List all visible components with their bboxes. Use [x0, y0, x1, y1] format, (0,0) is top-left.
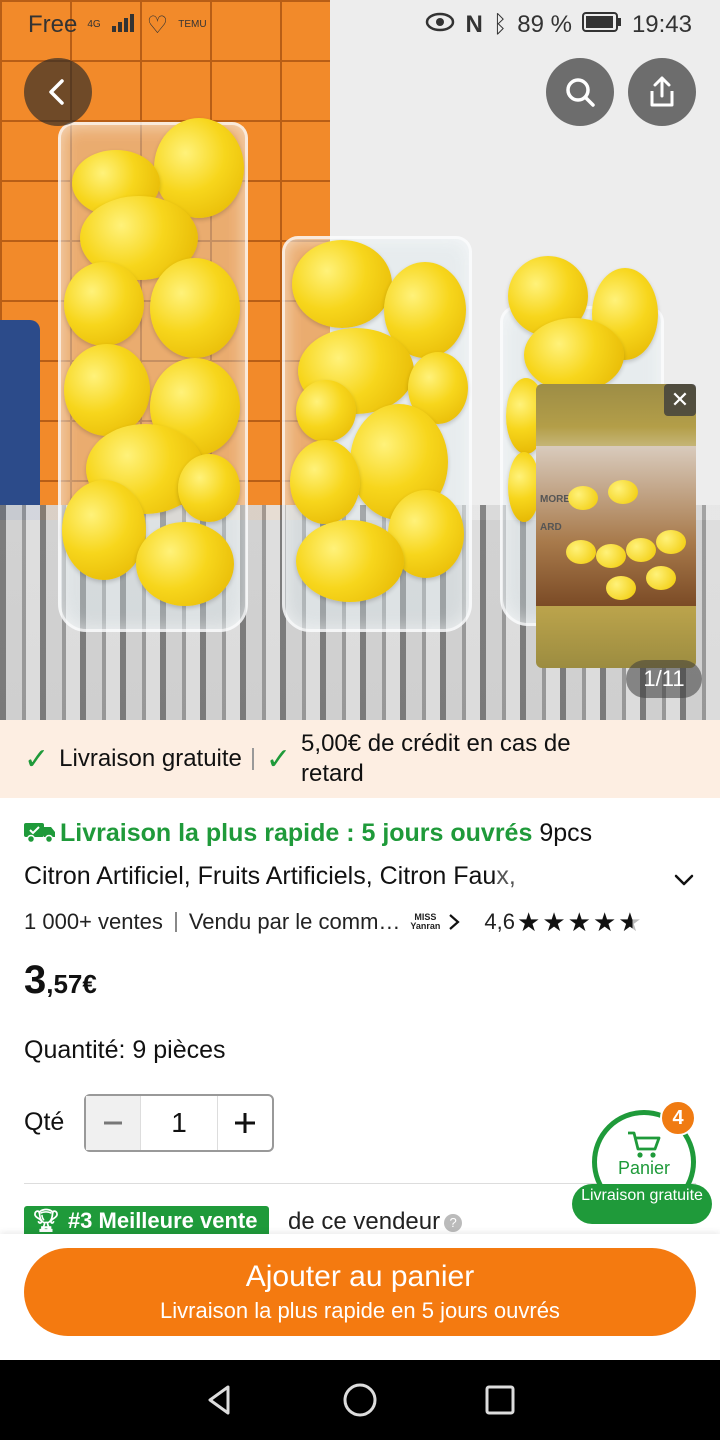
lemon — [296, 520, 404, 602]
product-title-text: x, — [496, 862, 516, 890]
product-title-text: Citron Artificiel, Fruits Artificiels, C… — [24, 862, 497, 890]
qty-label: Qté — [24, 1108, 65, 1136]
plus-icon — [235, 1113, 255, 1133]
quantity-stepper[interactable]: 1 — [84, 1094, 274, 1152]
free-shipping-label: Livraison gratuite — [59, 745, 242, 772]
nfc-icon: N — [465, 11, 483, 38]
chevron-right-icon[interactable] — [446, 912, 462, 932]
eye-icon — [425, 11, 455, 39]
back-button[interactable] — [24, 58, 92, 126]
price-decimal: ,57€ — [46, 969, 97, 999]
recents-square-icon[interactable] — [481, 1381, 519, 1419]
cart-label: Panier — [617, 1157, 671, 1178]
price-integer: 3 — [24, 958, 47, 1002]
lemon — [64, 344, 150, 436]
divider — [174, 912, 177, 932]
thumbnail-text: MORE — [540, 494, 570, 505]
add-to-cart-sublabel: Livraison la plus rapide en 5 jours ouvr… — [160, 1298, 560, 1323]
add-to-cart-button[interactable]: Ajouter au panier Livraison la plus rapi… — [24, 1248, 696, 1336]
sales-count: 1 000+ ventes — [24, 909, 163, 934]
cart-free-shipping-pill: Livraison gratuite — [572, 1184, 712, 1224]
status-bar: Free 4G ♡ TEMU N ᛒ 89 % 19:43 — [0, 0, 720, 50]
lemon — [524, 318, 624, 392]
trophy-icon: 🏆︎ — [32, 1208, 60, 1233]
price: 3,57€ — [24, 958, 97, 1003]
signal-icon — [111, 11, 137, 39]
chevron-left-icon — [49, 79, 64, 105]
best-seller-badge[interactable]: 🏆︎ #3 Meilleure vente — [24, 1206, 270, 1236]
share-icon — [650, 76, 674, 107]
late-credit-label: 5,00€ de crédit en cas de retard — [301, 730, 571, 787]
carrier-name: Free — [28, 11, 78, 38]
app-notification-label: TEMU — [178, 19, 207, 30]
share-button[interactable] — [628, 58, 696, 126]
quantity-value[interactable]: 1 — [140, 1096, 218, 1150]
bottom-action-bar: Ajouter au panier Livraison la plus rapi… — [0, 1234, 720, 1360]
fast-delivery-label: Livraison la plus rapide : 5 jours ouvré… — [60, 819, 533, 847]
lemon — [178, 454, 240, 522]
lemon — [292, 240, 392, 328]
system-navigation-bar — [0, 1360, 720, 1440]
product-image-gallery[interactable]: Free 4G ♡ TEMU N ᛒ 89 % 19:43 MORE ARD ✕… — [0, 0, 720, 720]
blue-object — [0, 320, 40, 520]
chevron-down-icon[interactable] — [670, 866, 698, 894]
quantity-option[interactable]: Quantité: 9 pièces — [24, 1036, 226, 1065]
heart-icon: ♡ — [146, 11, 169, 39]
lemon — [290, 440, 360, 524]
lemon — [64, 262, 144, 346]
rating-value: 4,6 — [484, 909, 515, 934]
cart-count-badge: 4 — [660, 1100, 696, 1136]
divider — [251, 748, 254, 770]
battery-percentage: 89 % — [517, 11, 572, 38]
video-thumbnail: MORE ARD — [536, 446, 696, 606]
half-star-icon: ★ — [618, 906, 642, 937]
bluetooth-icon: ᛒ — [492, 11, 508, 38]
seller-link[interactable]: Vendu par le comm… — [189, 909, 401, 935]
cart-icon — [628, 1131, 661, 1158]
back-triangle-icon[interactable] — [201, 1381, 239, 1419]
home-circle-icon[interactable] — [341, 1381, 379, 1419]
star-icon: ★ — [567, 906, 591, 937]
product-title-text: 9pcs — [532, 819, 593, 847]
image-counter: 1/11 — [626, 660, 702, 698]
search-icon — [566, 78, 595, 107]
add-to-cart-label: Ajouter au panier — [245, 1260, 475, 1293]
best-seller-text: de ce vendeur? — [288, 1208, 463, 1236]
check-icon: ✓ — [265, 742, 292, 776]
search-button[interactable] — [546, 58, 614, 126]
star-icon: ★ — [517, 906, 541, 937]
lemon — [136, 522, 234, 606]
clock: 19:43 — [631, 11, 692, 38]
floating-video-preview[interactable]: MORE ARD — [536, 384, 696, 668]
check-icon: ✓ — [24, 742, 50, 776]
lemon — [296, 380, 356, 442]
shop-logo[interactable]: MISS Yanran — [410, 913, 440, 931]
truck-icon — [24, 823, 55, 843]
decrease-button[interactable] — [86, 1096, 140, 1150]
star-icon: ★ — [592, 906, 617, 937]
product-title[interactable]: Livraison la plus rapide : 5 jours ouvré… — [24, 812, 704, 898]
network-type: 4G — [87, 19, 101, 30]
battery-icon — [581, 11, 622, 40]
help-icon[interactable]: ? — [444, 1214, 463, 1232]
product-meta: 1 000+ ventes Vendu par le comm… MISS Ya… — [24, 904, 704, 940]
delivery-banner[interactable]: ✓ Livraison gratuite ✓ 5,00€ de crédit e… — [0, 720, 720, 798]
lemon — [150, 258, 240, 358]
lemon — [62, 480, 146, 580]
thumbnail-text: ARD — [540, 522, 562, 533]
minus-icon — [104, 1121, 122, 1125]
close-icon[interactable]: ✕ — [664, 384, 696, 416]
increase-button[interactable] — [218, 1096, 272, 1150]
rating[interactable]: 4,6 ★ ★ ★ ★ ★ — [484, 907, 641, 938]
star-icon: ★ — [542, 906, 566, 937]
